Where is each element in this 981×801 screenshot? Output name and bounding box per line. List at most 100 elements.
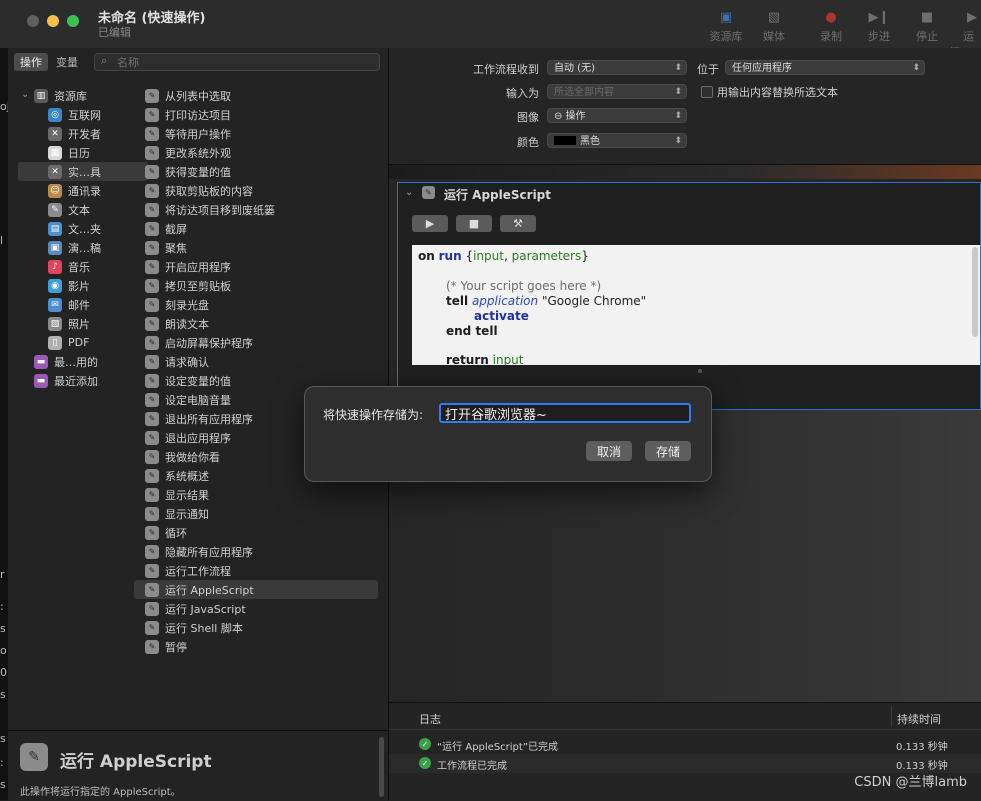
action-item[interactable]: ✎ 循环 xyxy=(134,523,378,542)
category-item[interactable]: ☺ 通讯录 xyxy=(18,181,148,200)
category-item[interactable]: ▬ 最近添加 xyxy=(18,371,134,390)
script-editor[interactable]: on run {input, parameters} (* Your scrip… xyxy=(412,245,980,365)
toolbar-library-label: 资源库 xyxy=(709,30,743,43)
action-item[interactable]: ✎ 显示结果 xyxy=(134,485,378,504)
action-label: 更改系统外观 xyxy=(165,146,231,160)
action-icon: ✎ xyxy=(145,468,159,483)
updown-chevron-icon: ⬍ xyxy=(674,87,682,97)
disclosure-chevron-icon[interactable]: ⌄ xyxy=(405,187,413,198)
action-item[interactable]: ✎ 聚焦 xyxy=(134,238,378,257)
action-item[interactable]: ✎ 显示通知 xyxy=(134,504,378,523)
action-icon: ✎ xyxy=(145,297,159,312)
category-item[interactable]: ✕ 实…具 xyxy=(18,162,148,181)
action-icon: ✎ xyxy=(145,221,159,236)
receives-popup[interactable]: 自动 (无) ⬍ xyxy=(547,60,687,75)
image-popup[interactable]: ⊖ 操作 ⬍ xyxy=(547,108,687,123)
replace-text-checkbox[interactable] xyxy=(701,86,713,98)
action-item[interactable]: ✎ 截屏 xyxy=(134,219,378,238)
category-item[interactable]: ◎ 互联网 xyxy=(18,105,148,124)
edge-glyph: s xyxy=(0,732,6,745)
action-item[interactable]: ✎ 开启应用程序 xyxy=(134,257,378,276)
edge-glyph: l xyxy=(0,234,4,247)
action-icon: ✎ xyxy=(145,316,159,331)
action-item[interactable]: ✎ 朗读文本 xyxy=(134,314,378,333)
action-item[interactable]: ✎ 运行 AppleScript xyxy=(134,580,378,599)
category-item[interactable]: ▣ 演…稿 xyxy=(18,238,148,257)
action-item[interactable]: ✎ 将访达项目移到废纸篓 xyxy=(134,200,378,219)
category-label: 日历 xyxy=(68,146,90,160)
action-label: 设定电脑音量 xyxy=(165,393,231,407)
action-icon: ✎ xyxy=(145,88,159,103)
action-item[interactable]: ✎ 隐藏所有应用程序 xyxy=(134,542,378,561)
action-label: 开启应用程序 xyxy=(165,260,231,274)
action-item[interactable]: ✎ 获得变量的值 xyxy=(134,162,378,181)
zoom-window-button[interactable] xyxy=(67,15,79,27)
action-item[interactable]: ✎ 运行 Shell 脚本 xyxy=(134,618,378,637)
category-item[interactable]: ✕ 开发者 xyxy=(18,124,148,143)
save-button[interactable]: 存储 xyxy=(645,441,691,461)
log-row[interactable]: ✓ “运行 AppleScript”已完成 0.133 秒钟 xyxy=(389,735,981,754)
action-item[interactable]: ✎ 打印访达项目 xyxy=(134,105,378,124)
category-icon: ▬ xyxy=(34,354,48,369)
action-item[interactable]: ✎ 获取剪贴板的内容 xyxy=(134,181,378,200)
action-item[interactable]: ✎ 刻录光盘 xyxy=(134,295,378,314)
applescript-action-card[interactable]: ⌄ ✎ 运行 AppleScript ▶ ■ ⚒ on run {input, … xyxy=(397,182,981,410)
color-popup[interactable]: 黑色 ⬍ xyxy=(547,133,687,148)
action-item[interactable]: ✎ 更改系统外观 xyxy=(134,143,378,162)
tab-variables[interactable]: 变量 xyxy=(50,53,84,71)
category-item[interactable]: ♪ 音乐 xyxy=(18,257,148,276)
resize-handle[interactable] xyxy=(698,369,702,373)
save-name-input[interactable] xyxy=(439,403,691,423)
action-icon: ✎ xyxy=(145,259,159,274)
log-header[interactable]: 日志 xyxy=(419,711,441,727)
stop-script-button[interactable]: ■ xyxy=(456,215,492,232)
action-item[interactable]: ✎ 等待用户操作 xyxy=(134,124,378,143)
cancel-button[interactable]: 取消 xyxy=(586,441,632,461)
category-item[interactable]: ▯ PDF xyxy=(18,333,148,352)
input-popup[interactable]: 所选全部内容 ⬍ xyxy=(547,84,687,99)
search-field[interactable]: ⌕ xyxy=(94,53,380,71)
toolbar-step-button[interactable]: ▶❙ 步进 xyxy=(855,8,903,44)
description-scrollbar[interactable] xyxy=(379,737,384,797)
toolbar-media-button[interactable]: ▧ 媒体 xyxy=(750,8,798,44)
action-label: 运行工作流程 xyxy=(165,564,231,578)
category-item[interactable]: ▧ 照片 xyxy=(18,314,148,333)
toolbar-library-button[interactable]: ▣ 资源库 xyxy=(702,8,750,44)
action-item[interactable]: ✎ 拷贝至剪贴板 xyxy=(134,276,378,295)
action-item[interactable]: ✎ 运行工作流程 xyxy=(134,561,378,580)
close-window-button[interactable] xyxy=(27,15,39,27)
edge-glyph: r xyxy=(0,568,5,581)
category-item[interactable]: ▤ 文…夹 xyxy=(18,219,148,238)
run-script-button[interactable]: ▶ xyxy=(412,215,448,232)
script-scrollbar[interactable] xyxy=(972,247,978,337)
action-item[interactable]: ✎ 运行 JavaScript xyxy=(134,599,378,618)
category-item[interactable]: ▬ 最…用的 xyxy=(18,352,134,371)
search-input[interactable] xyxy=(117,54,367,70)
code-line: on run {input, parameters} xyxy=(418,249,589,263)
action-header[interactable]: ⌄ ✎ 运行 AppleScript xyxy=(398,183,980,205)
duration-header[interactable]: 持续时间 xyxy=(897,711,941,727)
action-item[interactable]: ✎ 请求确认 xyxy=(134,352,378,371)
category-item[interactable]: ◉ 影片 xyxy=(18,276,148,295)
action-item[interactable]: ✎ 从列表中选取 xyxy=(134,86,378,105)
tab-actions[interactable]: 操作 xyxy=(14,53,48,71)
category-item[interactable]: ▥ 资源库 xyxy=(18,86,134,105)
action-icon: ✎ xyxy=(145,620,159,635)
application-popup[interactable]: 任何应用程序 ⬍ xyxy=(725,60,925,75)
action-item[interactable]: ✎ 暂停 xyxy=(134,637,378,656)
category-item[interactable]: ✉ 邮件 xyxy=(18,295,148,314)
color-label: 颜色 xyxy=(517,136,539,149)
minimize-window-button[interactable] xyxy=(47,15,59,27)
action-item[interactable]: ✎ 启动屏幕保护程序 xyxy=(134,333,378,352)
toolbar-stop-button[interactable]: ■ 停止 xyxy=(903,8,951,44)
compile-script-button[interactable]: ⚒ xyxy=(500,215,536,232)
action-label: 运行 JavaScript xyxy=(165,602,246,616)
action-label: 打印访达项目 xyxy=(165,108,231,122)
category-item[interactable]: ✎ 文本 xyxy=(18,200,148,219)
image-value: ⊖ 操作 xyxy=(554,111,586,122)
action-label: 显示通知 xyxy=(165,507,209,521)
code-token: on xyxy=(418,249,435,263)
category-item[interactable]: ▦ 日历 xyxy=(18,143,148,162)
column-divider[interactable] xyxy=(891,707,892,727)
toolbar-record-button[interactable]: ● 录制 xyxy=(807,8,855,44)
